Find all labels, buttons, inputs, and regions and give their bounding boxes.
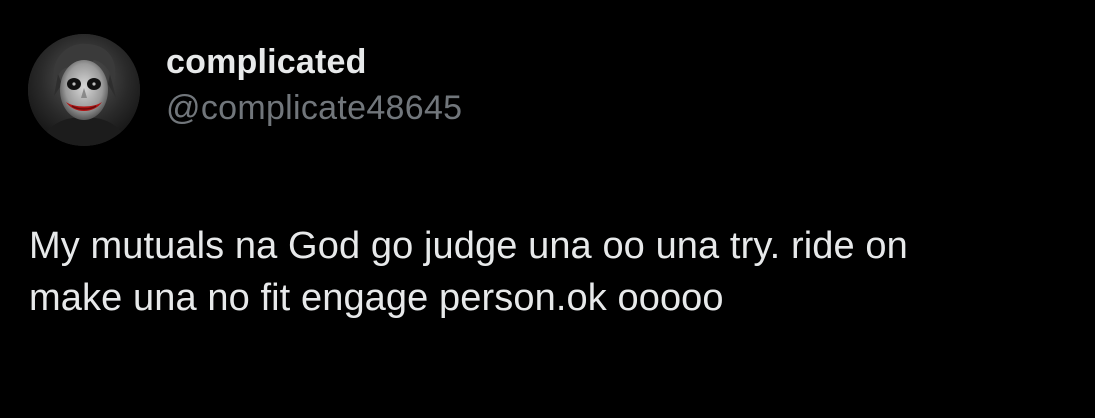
user-handle[interactable]: @complicate48645 [166, 87, 462, 129]
joker-avatar-icon [28, 34, 140, 146]
tweet-card: complicated @complicate48645 My mutuals … [0, 0, 1095, 418]
tweet-text: My mutuals na God go judge una oo una tr… [29, 220, 1079, 324]
user-names: complicated @complicate48645 [166, 41, 462, 129]
display-name[interactable]: complicated [166, 41, 462, 83]
tweet-text-line-2: make una no fit engage person.ok ooooo [29, 277, 724, 319]
tweet-text-line-1: My mutuals na God go judge una oo una tr… [29, 225, 908, 267]
avatar[interactable] [28, 34, 140, 146]
tweet-header: complicated @complicate48645 [28, 34, 462, 146]
